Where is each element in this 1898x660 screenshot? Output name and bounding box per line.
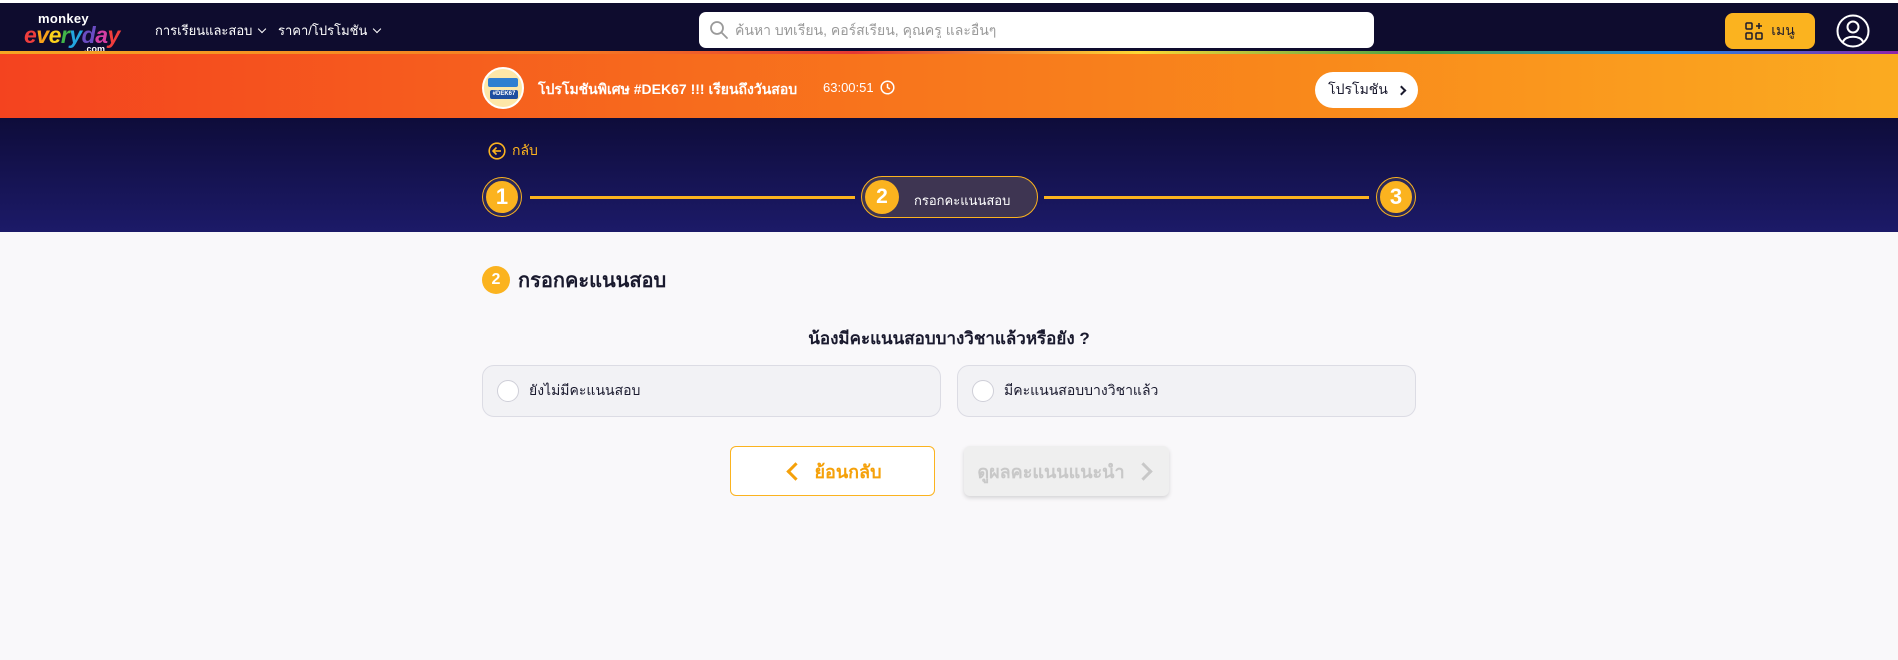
back-link-label: กลับ — [512, 142, 538, 158]
clock-icon — [880, 80, 895, 95]
nav-item-label: ราคา/โปรโมชัน — [278, 23, 368, 38]
menu-label: เมนู — [1771, 22, 1795, 38]
logo-main-text: everyday — [24, 22, 120, 48]
step-1: 1 — [483, 178, 521, 216]
promo-badge-image: #DEK67 — [482, 67, 524, 109]
question-text: น้องมีคะแนนสอบบางวิชาแล้วหรือยัง ? — [808, 329, 1090, 348]
user-icon[interactable] — [1836, 14, 1870, 48]
nav-item-label: การเรียนและสอบ — [155, 23, 253, 38]
stepper-header: กลับ 1 2 กรอกคะแนนสอบ 3 — [0, 118, 1898, 232]
promo-button-label: โปรโมชัน — [1328, 81, 1388, 97]
back-button-label: ย้อนกลับ — [814, 461, 882, 482]
search-icon — [710, 21, 728, 39]
chevron-left-icon — [786, 461, 806, 481]
menu-button[interactable]: เมนู — [1725, 13, 1815, 49]
search-bar — [699, 12, 1374, 48]
top-navbar: monkey everyday .com การเรียนและสอบ ราคา… — [0, 0, 1898, 54]
chevron-right-icon — [1133, 461, 1153, 481]
step-label: กรอกคะแนนสอบ — [914, 193, 1011, 208]
nav-item-pricing[interactable]: ราคา/โปรโมชัน — [278, 20, 382, 41]
section-title: กรอกคะแนนสอบ — [518, 270, 667, 292]
nav-item-learning[interactable]: การเรียนและสอบ — [155, 20, 267, 41]
radio-button[interactable] — [972, 380, 994, 402]
chevron-right-icon — [1396, 85, 1407, 95]
promo-timer: 63:00:51 — [823, 80, 895, 95]
promo-banner: #DEK67 โปรโมชันพิเศษ #DEK67 !!! เรียนถึง… — [0, 54, 1898, 118]
timer-value: 63:00:51 — [823, 80, 874, 95]
back-button[interactable]: ย้อนกลับ — [730, 446, 935, 496]
step-connector — [1044, 196, 1369, 199]
step-2-active: 2 กรอกคะแนนสอบ — [861, 176, 1038, 218]
option-has-score[interactable]: มีคะแนนสอบบางวิชาแล้ว — [957, 365, 1416, 417]
chevron-down-icon — [258, 24, 267, 33]
section-number: 2 — [482, 266, 510, 294]
apps-icon — [1745, 22, 1763, 40]
step-number: 2 — [865, 180, 899, 214]
option-label: ยังไม่มีคะแนนสอบ — [529, 382, 641, 398]
back-link[interactable]: กลับ — [488, 140, 538, 162]
chevron-down-icon — [373, 24, 382, 33]
search-input[interactable] — [735, 22, 1355, 38]
view-results-button[interactable]: ดูผลคะแนนแนะนำ — [964, 446, 1169, 496]
back-arrow-icon — [488, 142, 506, 160]
next-button-label: ดูผลคะแนนแนะนำ — [977, 461, 1125, 482]
promo-button[interactable]: โปรโมชัน — [1315, 72, 1418, 108]
radio-button[interactable] — [497, 380, 519, 402]
section-heading: 2 กรอกคะแนนสอบ — [482, 264, 666, 296]
option-no-score[interactable]: ยังไม่มีคะแนนสอบ — [482, 365, 941, 417]
promo-title: โปรโมชันพิเศษ #DEK67 !!! เรียนถึงวันสอบ — [538, 81, 798, 97]
step-connector — [530, 196, 855, 199]
option-label: มีคะแนนสอบบางวิชาแล้ว — [1004, 382, 1159, 398]
promo-badge-text: #DEK67 — [490, 90, 518, 99]
logo[interactable]: monkey everyday .com — [24, 11, 134, 54]
step-3: 3 — [1377, 178, 1415, 216]
